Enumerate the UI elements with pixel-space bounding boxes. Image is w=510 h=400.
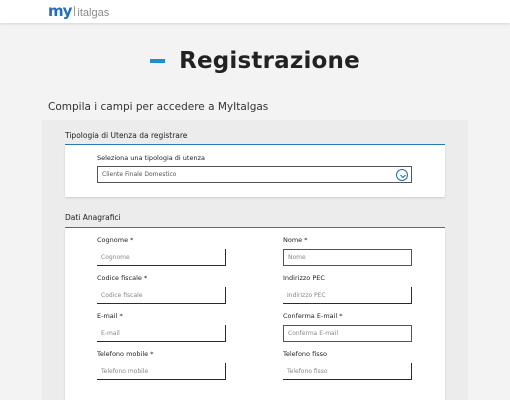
telefono-mobile-label: Telefono mobile * (97, 350, 154, 358)
nome-label: Nome * (283, 236, 308, 244)
utenza-select-label: Seleziona una tipologia di utenza (97, 154, 205, 162)
top-bar: my italgas (0, 0, 510, 23)
conferma-email-label: Conferma E-mail * (283, 312, 343, 320)
telefono-mobile-input[interactable]: Telefono mobile (97, 363, 226, 380)
codice-fiscale-label: Codice fiscale * (97, 274, 148, 282)
page-title-row: Registrazione (0, 48, 510, 74)
myitalgas-logo[interactable]: my italgas (48, 4, 109, 20)
section-title-utenza: Tipologia di Utenza da registrare (65, 131, 188, 140)
telefono-fisso-label: Telefono fisso (283, 350, 327, 358)
section-title-anagrafici: Dati Anagrafici (65, 213, 121, 222)
title-accent-dash (150, 59, 166, 63)
logo-my-text: my (48, 2, 72, 20)
page-title: Registrazione (179, 48, 360, 74)
indirizzo-pec-label: Indirizzo PEC (283, 274, 325, 282)
indirizzo-pec-input[interactable]: Indirizzo PEC (283, 287, 412, 304)
telefono-fisso-input[interactable]: Telefono fisso (283, 363, 412, 380)
cognome-input[interactable]: Cognome (97, 249, 226, 266)
chevron-down-icon[interactable] (396, 169, 408, 181)
utenza-select-value: Cliente Finale Domestico (102, 171, 177, 178)
email-label: E-mail * (97, 312, 123, 320)
logo-brand-text: italgas (77, 7, 110, 19)
email-input[interactable]: E-mail (97, 325, 226, 342)
conferma-email-input[interactable]: Conferma E-mail (283, 325, 412, 342)
codice-fiscale-input[interactable]: Codice fiscale (97, 287, 226, 304)
cognome-label: Cognome * (97, 236, 134, 244)
logo-separator (74, 6, 76, 16)
utenza-type-select[interactable]: Cliente Finale Domestico (97, 166, 412, 183)
nome-input[interactable]: Nome (283, 249, 412, 266)
page-subtitle: Compila i campi per accedere a MyItalgas (48, 101, 269, 113)
